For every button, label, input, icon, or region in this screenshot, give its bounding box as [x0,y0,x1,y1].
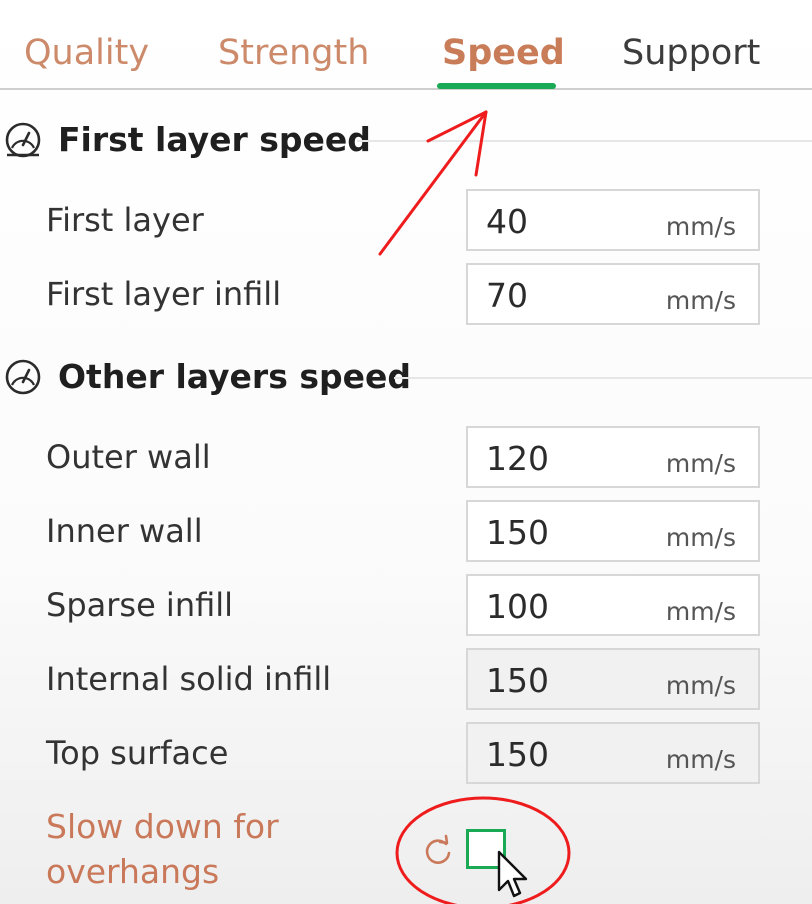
setting-row-outer-wall: Outer wall mm/s [0,426,812,488]
outer-wall-speed-field[interactable]: mm/s [466,426,760,488]
slow-down-label-line1: Slow down for [46,807,279,846]
top-surface-speed-input[interactable] [486,730,656,778]
setting-label: Top surface [46,734,229,772]
unit-label: mm/s [665,523,736,552]
setting-label: Internal solid infill [46,660,332,698]
section-divider [357,140,812,142]
slow-down-label-line2: overhangs [46,852,220,891]
unit-label: mm/s [665,671,736,700]
setting-row-first-layer: First layer mm/s [0,189,812,251]
gauge-icon [5,359,41,395]
internal-solid-infill-speed-field[interactable]: mm/s [466,648,760,710]
unit-label: mm/s [665,745,736,774]
internal-solid-infill-speed-input[interactable] [486,656,656,704]
setting-label: Inner wall [46,512,203,550]
top-surface-speed-field[interactable]: mm/s [466,722,760,784]
unit-label: mm/s [665,212,736,241]
setting-label: Sparse infill [46,586,234,624]
setting-label: Outer wall [46,438,211,476]
gauge-icon [5,122,41,158]
section-title: Other layers speed [58,357,411,396]
mouse-cursor-icon [497,850,528,898]
first-layer-infill-speed-input[interactable] [486,271,656,319]
tab-quality[interactable]: Quality [24,28,149,78]
section-title: First layer speed [58,120,371,159]
section-divider [394,377,812,379]
setting-row-first-layer-infill: First layer infill mm/s [0,263,812,325]
setting-row-inner-wall: Inner wall mm/s [0,500,812,562]
tab-bar: Quality Strength Speed Support [0,0,812,90]
tab-strength[interactable]: Strength [218,28,369,78]
sparse-infill-speed-input[interactable] [486,582,656,630]
section-header-other-layers-speed: Other layers speed [0,352,812,402]
unit-label: mm/s [665,449,736,478]
setting-label: First layer infill [46,275,282,313]
tab-support[interactable]: Support [622,28,760,78]
sparse-infill-speed-field[interactable]: mm/s [466,574,760,636]
inner-wall-speed-input[interactable] [486,508,656,556]
unit-label: mm/s [665,597,736,626]
tab-speed[interactable]: Speed [442,28,565,78]
first-layer-speed-input[interactable] [486,197,656,245]
setting-row-top-surface: Top surface mm/s [0,722,812,784]
setting-row-internal-solid-infill: Internal solid infill mm/s [0,648,812,710]
section-header-first-layer-speed: First layer speed [0,115,812,165]
reset-icon[interactable] [422,834,454,866]
first-layer-speed-field[interactable]: mm/s [466,189,760,251]
slow-down-overhangs-label: Slow down for overhangs [46,804,279,894]
active-tab-indicator [437,83,556,89]
inner-wall-speed-field[interactable]: mm/s [466,500,760,562]
setting-row-sparse-infill: Sparse infill mm/s [0,574,812,636]
setting-label: First layer [46,201,204,239]
unit-label: mm/s [665,286,736,315]
first-layer-infill-speed-field[interactable]: mm/s [466,263,760,325]
outer-wall-speed-input[interactable] [486,434,656,482]
